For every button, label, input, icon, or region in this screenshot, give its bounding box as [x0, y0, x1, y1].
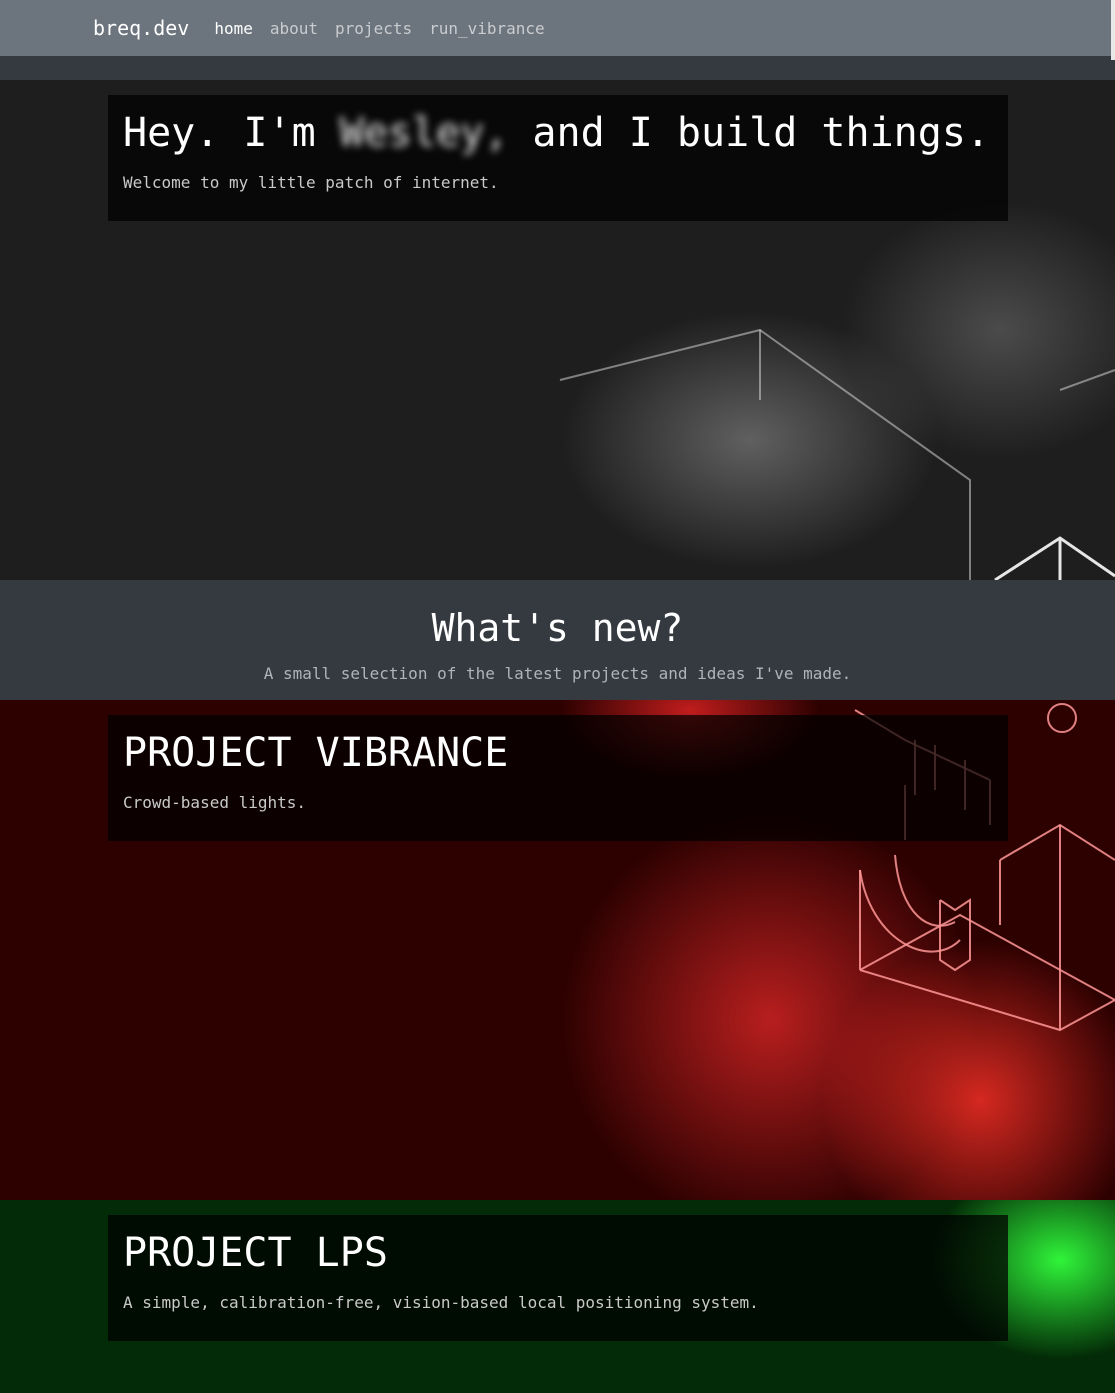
nav-link-about[interactable]: about: [270, 19, 318, 38]
navbar-underlay: [0, 56, 1115, 80]
project-lps-section[interactable]: PROJECT LPS A simple, calibration-free, …: [0, 1200, 1115, 1393]
project-lps-card[interactable]: PROJECT LPS A simple, calibration-free, …: [108, 1215, 1008, 1341]
brand-link[interactable]: breq.dev: [93, 16, 189, 40]
hero-title-prefix: Hey. I'm: [123, 110, 316, 156]
nav-link-run-vibrance[interactable]: run_vibrance: [429, 19, 545, 38]
nav-link-home[interactable]: home: [214, 19, 253, 38]
whats-new-subtitle: A small selection of the latest projects…: [263, 664, 852, 683]
project-vibrance-description: Crowd-based lights.: [123, 793, 307, 812]
hero-subtitle: Welcome to my little patch of internet.: [123, 173, 499, 192]
hero-title: Hey. I'm Wesley, and I build things.: [123, 107, 993, 159]
project-lps-description: A simple, calibration-free, vision-based…: [123, 1293, 759, 1312]
hero-card: Hey. I'm Wesley, and I build things. Wel…: [108, 95, 1008, 221]
hero-section: Hey. I'm Wesley, and I build things. Wel…: [0, 80, 1115, 580]
project-lps-title: PROJECT LPS: [123, 1230, 388, 1276]
nav-link-projects[interactable]: projects: [335, 19, 412, 38]
whats-new-heading: What's new?: [431, 606, 684, 650]
project-vibrance-card[interactable]: PROJECT VIBRANCE Crowd-based lights.: [108, 715, 1008, 841]
hero-name-blurred: Wesley,: [339, 110, 509, 156]
top-navbar: breq.dev home about projects run_vibranc…: [0, 0, 1115, 56]
page-scrollbar[interactable]: [1111, 0, 1115, 60]
project-vibrance-section[interactable]: PROJECT VIBRANCE Crowd-based lights.: [0, 700, 1115, 1200]
project-vibrance-title: PROJECT VIBRANCE: [123, 730, 509, 776]
whats-new-section: What's new? A small selection of the lat…: [0, 580, 1115, 700]
hero-title-suffix: and I build things.: [532, 110, 990, 156]
